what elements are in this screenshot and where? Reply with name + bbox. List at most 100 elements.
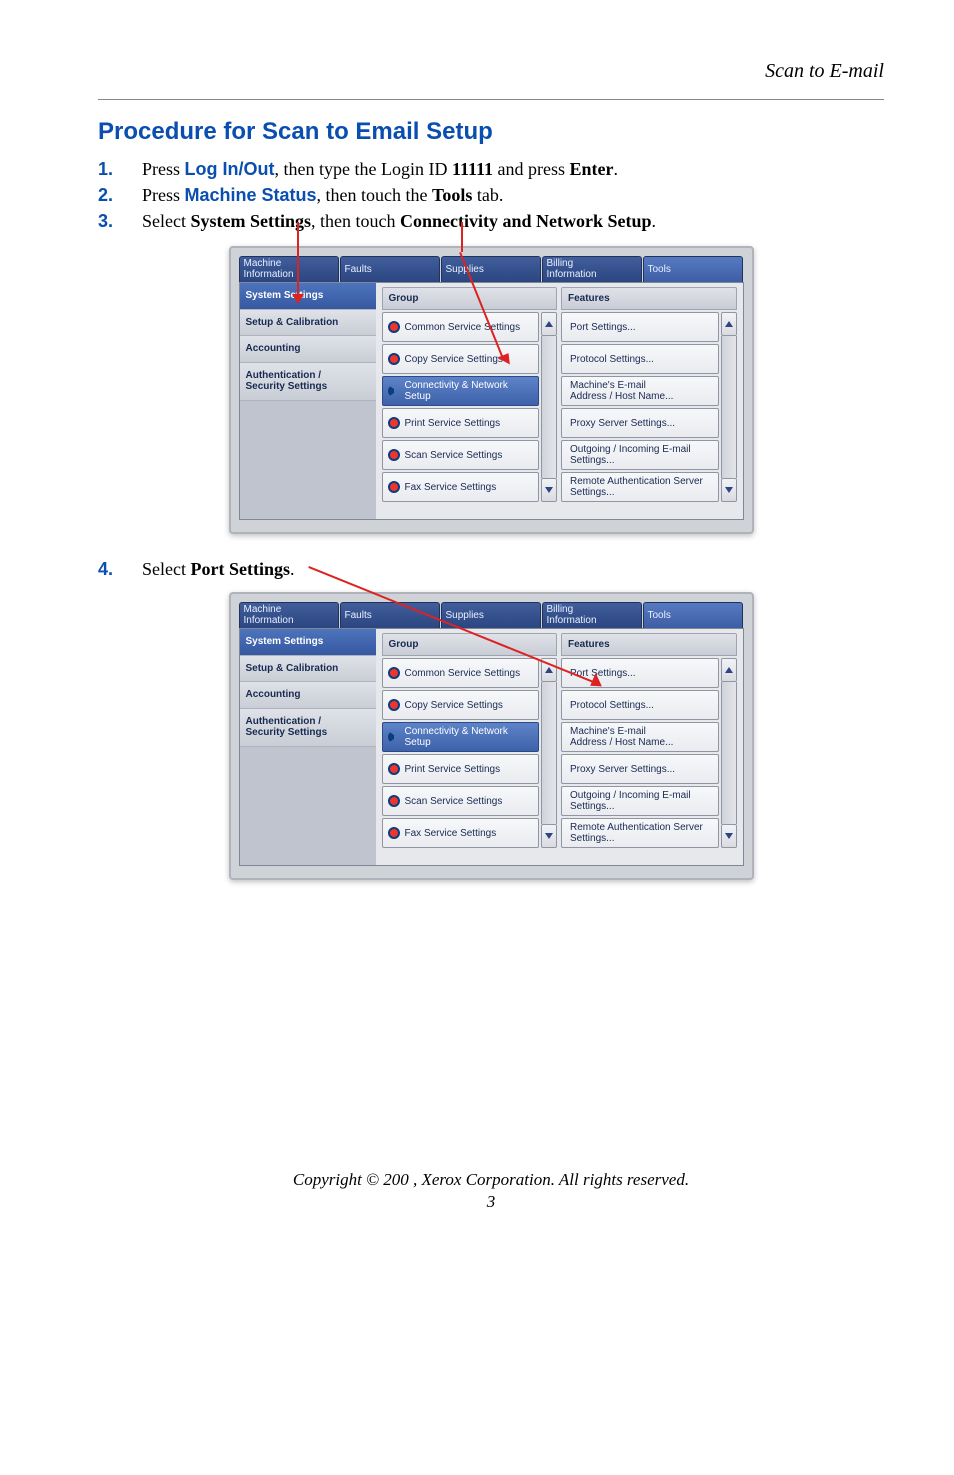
tab-tools[interactable]: Tools bbox=[643, 256, 743, 282]
tab-bar: Machine Information Faults Supplies Bill… bbox=[239, 256, 744, 282]
features-scrollbar[interactable] bbox=[721, 658, 737, 848]
group-item-fax-service[interactable]: Fax Service Settings bbox=[382, 472, 540, 502]
group-column-header: Group bbox=[382, 633, 558, 656]
step-text: Press Machine Status, then touch the Too… bbox=[142, 185, 503, 205]
sidebar-item-system-settings[interactable]: System Settings bbox=[240, 629, 376, 656]
scroll-up-button[interactable] bbox=[721, 658, 737, 682]
printer-panel-2: Machine Information Faults Supplies Bill… bbox=[229, 592, 754, 880]
callout-arrow bbox=[461, 222, 463, 252]
pointer-icon bbox=[388, 385, 400, 397]
scroll-up-button[interactable] bbox=[541, 312, 557, 336]
feature-item-protocol-settings[interactable]: Protocol Settings... bbox=[561, 344, 719, 374]
bullet-icon bbox=[388, 449, 400, 461]
tab-faults[interactable]: Faults bbox=[340, 602, 440, 628]
sidebar: System Settings Setup & Calibration Acco… bbox=[240, 283, 376, 519]
group-scrollbar[interactable] bbox=[541, 312, 557, 502]
tab-tools[interactable]: Tools bbox=[643, 602, 743, 628]
callout-arrowhead bbox=[292, 294, 304, 304]
steps-list-continued: 4. Select Port Settings. bbox=[98, 556, 884, 582]
feature-item-port-settings[interactable]: Port Settings... bbox=[561, 312, 719, 342]
features-column-header: Features bbox=[561, 287, 737, 310]
scroll-track[interactable] bbox=[721, 336, 737, 478]
feature-item-outgoing-incoming-email[interactable]: Outgoing / Incoming E-mail Settings... bbox=[561, 786, 719, 816]
feature-item-email-hostname[interactable]: Machine's E-mail Address / Host Name... bbox=[561, 376, 719, 406]
screenshot-2-wrap: Machine Information Faults Supplies Bill… bbox=[229, 592, 754, 880]
bullet-icon bbox=[388, 417, 400, 429]
step-text: Press Log In/Out, then type the Login ID… bbox=[142, 159, 618, 179]
step-number: 2. bbox=[98, 182, 113, 208]
features-scrollbar[interactable] bbox=[721, 312, 737, 502]
sidebar-item-accounting[interactable]: Accounting bbox=[240, 336, 376, 363]
sidebar-item-system-settings[interactable]: System Settings bbox=[240, 283, 376, 310]
bullet-icon bbox=[388, 763, 400, 775]
feature-item-protocol-settings[interactable]: Protocol Settings... bbox=[561, 690, 719, 720]
tab-billing-information[interactable]: Billing Information bbox=[542, 256, 642, 282]
scroll-down-button[interactable] bbox=[721, 478, 737, 502]
sidebar-item-accounting[interactable]: Accounting bbox=[240, 682, 376, 709]
feature-item-port-settings[interactable]: Port Settings... bbox=[561, 658, 719, 688]
pointer-icon bbox=[388, 731, 400, 743]
group-item-scan-service[interactable]: Scan Service Settings bbox=[382, 440, 540, 470]
bullet-icon bbox=[388, 321, 400, 333]
sidebar-item-authentication-security[interactable]: Authentication / Security Settings bbox=[240, 709, 376, 747]
tab-billing-information[interactable]: Billing Information bbox=[542, 602, 642, 628]
tab-faults[interactable]: Faults bbox=[340, 256, 440, 282]
group-item-common-service[interactable]: Common Service Settings bbox=[382, 312, 540, 342]
group-item-print-service[interactable]: Print Service Settings bbox=[382, 408, 540, 438]
bullet-icon bbox=[388, 667, 400, 679]
group-item-copy-service[interactable]: Copy Service Settings bbox=[382, 344, 540, 374]
header-rule bbox=[98, 99, 884, 100]
feature-item-email-hostname[interactable]: Machine's E-mail Address / Host Name... bbox=[561, 722, 719, 752]
scroll-down-button[interactable] bbox=[541, 824, 557, 848]
sidebar: System Settings Setup & Calibration Acco… bbox=[240, 629, 376, 865]
footer-copyright: Copyright © 200 , Xerox Corporation. All… bbox=[98, 1170, 884, 1190]
step-4: 4. Select Port Settings. bbox=[98, 556, 884, 582]
feature-item-proxy-server[interactable]: Proxy Server Settings... bbox=[561, 408, 719, 438]
group-item-print-service[interactable]: Print Service Settings bbox=[382, 754, 540, 784]
tab-bar: Machine Information Faults Supplies Bill… bbox=[239, 602, 744, 628]
scroll-track[interactable] bbox=[541, 336, 557, 478]
group-item-scan-service[interactable]: Scan Service Settings bbox=[382, 786, 540, 816]
group-item-connectivity-network[interactable]: Connectivity & Network Setup bbox=[382, 722, 540, 752]
step-number: 4. bbox=[98, 556, 113, 582]
tab-supplies[interactable]: Supplies bbox=[441, 256, 541, 282]
page-number: 3 bbox=[98, 1192, 884, 1212]
steps-list: 1. Press Log In/Out, then type the Login… bbox=[98, 156, 884, 234]
step-text: Select System Settings, then touch Conne… bbox=[142, 211, 656, 231]
step-text: Select Port Settings. bbox=[142, 559, 294, 579]
step-number: 1. bbox=[98, 156, 113, 182]
feature-item-outgoing-incoming-email[interactable]: Outgoing / Incoming E-mail Settings... bbox=[561, 440, 719, 470]
printer-panel-1: Machine Information Faults Supplies Bill… bbox=[229, 246, 754, 534]
group-item-copy-service[interactable]: Copy Service Settings bbox=[382, 690, 540, 720]
scroll-track[interactable] bbox=[541, 682, 557, 824]
scroll-down-button[interactable] bbox=[721, 824, 737, 848]
feature-item-remote-auth-server[interactable]: Remote Authentication Server Settings... bbox=[561, 818, 719, 848]
step-2: 2. Press Machine Status, then touch the … bbox=[98, 182, 884, 208]
bullet-icon bbox=[388, 827, 400, 839]
bullet-icon bbox=[388, 699, 400, 711]
screenshot-1-wrap: Machine Information Faults Supplies Bill… bbox=[229, 246, 754, 534]
page-heading: Procedure for Scan to Email Setup bbox=[98, 118, 884, 146]
sidebar-item-setup-calibration[interactable]: Setup & Calibration bbox=[240, 656, 376, 683]
tab-machine-information[interactable]: Machine Information bbox=[239, 256, 339, 282]
tab-machine-information[interactable]: Machine Information bbox=[239, 602, 339, 628]
features-column-header: Features bbox=[561, 633, 737, 656]
scroll-track[interactable] bbox=[721, 682, 737, 824]
sidebar-item-setup-calibration[interactable]: Setup & Calibration bbox=[240, 310, 376, 337]
step-3: 3. Select System Settings, then touch Co… bbox=[98, 208, 884, 234]
group-item-fax-service[interactable]: Fax Service Settings bbox=[382, 818, 540, 848]
group-item-connectivity-network[interactable]: Connectivity & Network Setup bbox=[382, 376, 540, 406]
group-item-common-service[interactable]: Common Service Settings bbox=[382, 658, 540, 688]
step-number: 3. bbox=[98, 208, 113, 234]
group-column-header: Group bbox=[382, 287, 558, 310]
callout-arrow bbox=[297, 222, 299, 296]
group-scrollbar[interactable] bbox=[541, 658, 557, 848]
bullet-icon bbox=[388, 795, 400, 807]
sidebar-item-authentication-security[interactable]: Authentication / Security Settings bbox=[240, 363, 376, 401]
scroll-up-button[interactable] bbox=[721, 312, 737, 336]
section-header: Scan to E-mail bbox=[98, 60, 884, 83]
feature-item-proxy-server[interactable]: Proxy Server Settings... bbox=[561, 754, 719, 784]
bullet-icon bbox=[388, 481, 400, 493]
scroll-down-button[interactable] bbox=[541, 478, 557, 502]
feature-item-remote-auth-server[interactable]: Remote Authentication Server Settings... bbox=[561, 472, 719, 502]
